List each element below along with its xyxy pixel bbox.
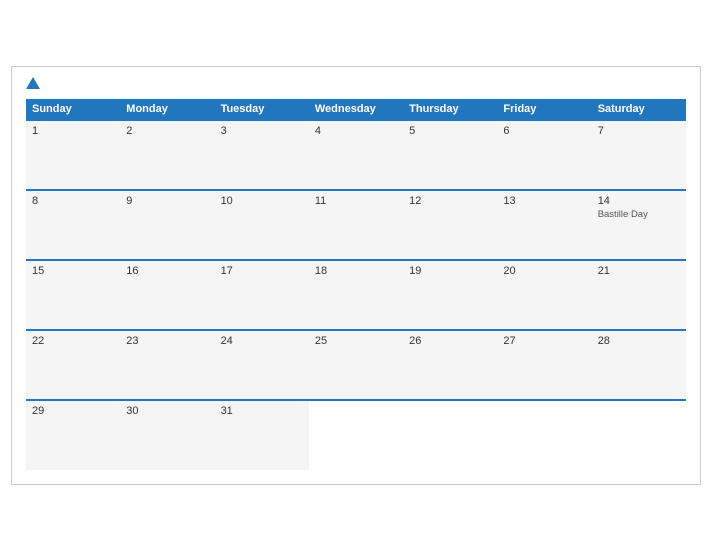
- day-number: 13: [503, 195, 585, 207]
- logo-triangle-icon: [26, 77, 40, 89]
- day-number: 10: [221, 195, 303, 207]
- day-number: 15: [32, 265, 114, 277]
- calendar-grid: SundayMondayTuesdayWednesdayThursdayFrid…: [26, 99, 686, 470]
- calendar-cell: 9: [120, 190, 214, 260]
- calendar-cell: 10: [215, 190, 309, 260]
- calendar-cell: [309, 400, 403, 470]
- day-number: 19: [409, 265, 491, 277]
- day-number: 30: [126, 405, 208, 417]
- day-number: 12: [409, 195, 491, 207]
- day-number: 23: [126, 335, 208, 347]
- weekday-header-row: SundayMondayTuesdayWednesdayThursdayFrid…: [26, 99, 686, 120]
- calendar-cell: 22: [26, 330, 120, 400]
- day-number: 28: [598, 335, 680, 347]
- calendar-cell: 16: [120, 260, 214, 330]
- day-number: 21: [598, 265, 680, 277]
- weekday-header-sunday: Sunday: [26, 99, 120, 120]
- calendar-cell: 31: [215, 400, 309, 470]
- day-number: 11: [315, 195, 397, 207]
- calendar-cell: 4: [309, 120, 403, 190]
- day-number: 29: [32, 405, 114, 417]
- calendar-cell: 19: [403, 260, 497, 330]
- calendar-cell: 18: [309, 260, 403, 330]
- calendar-cell: 26: [403, 330, 497, 400]
- day-number: 31: [221, 405, 303, 417]
- calendar-cell: 8: [26, 190, 120, 260]
- day-number: 9: [126, 195, 208, 207]
- calendar-cell: 27: [497, 330, 591, 400]
- calendar-cell: 15: [26, 260, 120, 330]
- calendar-cell: 7: [592, 120, 686, 190]
- day-number: 22: [32, 335, 114, 347]
- calendar-cell: 29: [26, 400, 120, 470]
- day-number: 6: [503, 125, 585, 137]
- calendar-header: [26, 77, 686, 89]
- day-number: 1: [32, 125, 114, 137]
- calendar-cell: 12: [403, 190, 497, 260]
- day-number: 24: [221, 335, 303, 347]
- day-number: 16: [126, 265, 208, 277]
- calendar-cell: [592, 400, 686, 470]
- calendar-cell: 3: [215, 120, 309, 190]
- calendar-cell: 6: [497, 120, 591, 190]
- calendar-cell: 28: [592, 330, 686, 400]
- day-number: 3: [221, 125, 303, 137]
- calendar-cell: 20: [497, 260, 591, 330]
- calendar-cell: 17: [215, 260, 309, 330]
- calendar-cell: [497, 400, 591, 470]
- day-number: 17: [221, 265, 303, 277]
- day-number: 7: [598, 125, 680, 137]
- day-number: 8: [32, 195, 114, 207]
- logo-blue-text: [26, 77, 43, 89]
- week-row-5: 29 30 31: [26, 400, 686, 470]
- calendar-cell: 25: [309, 330, 403, 400]
- calendar-cell: 30: [120, 400, 214, 470]
- weekday-header-thursday: Thursday: [403, 99, 497, 120]
- day-number: 20: [503, 265, 585, 277]
- calendar-cell: 5: [403, 120, 497, 190]
- calendar-cell: 14 Bastille Day: [592, 190, 686, 260]
- calendar-container: SundayMondayTuesdayWednesdayThursdayFrid…: [11, 66, 701, 485]
- week-row-4: 22 23 24 25 26 27 28: [26, 330, 686, 400]
- weekday-header-monday: Monday: [120, 99, 214, 120]
- holiday-label: Bastille Day: [598, 209, 680, 220]
- day-number: 4: [315, 125, 397, 137]
- weekday-header-wednesday: Wednesday: [309, 99, 403, 120]
- day-number: 25: [315, 335, 397, 347]
- calendar-cell: 21: [592, 260, 686, 330]
- calendar-cell: 11: [309, 190, 403, 260]
- week-row-2: 89 10 11 12 13 14 Bastille Day: [26, 190, 686, 260]
- weekday-header-saturday: Saturday: [592, 99, 686, 120]
- day-number: 5: [409, 125, 491, 137]
- day-number: 18: [315, 265, 397, 277]
- calendar-cell: 23: [120, 330, 214, 400]
- day-number: 2: [126, 125, 208, 137]
- week-row-3: 15 16 17 18 19 20 21: [26, 260, 686, 330]
- day-number: 14: [598, 195, 680, 207]
- day-number: 27: [503, 335, 585, 347]
- calendar-cell: 13: [497, 190, 591, 260]
- calendar-cell: 24: [215, 330, 309, 400]
- day-number: 26: [409, 335, 491, 347]
- calendar-cell: [403, 400, 497, 470]
- weekday-header-tuesday: Tuesday: [215, 99, 309, 120]
- calendar-cell: 1: [26, 120, 120, 190]
- calendar-cell: 2: [120, 120, 214, 190]
- logo: [26, 77, 43, 89]
- weekday-header-friday: Friday: [497, 99, 591, 120]
- week-row-1: 12 3456 7: [26, 120, 686, 190]
